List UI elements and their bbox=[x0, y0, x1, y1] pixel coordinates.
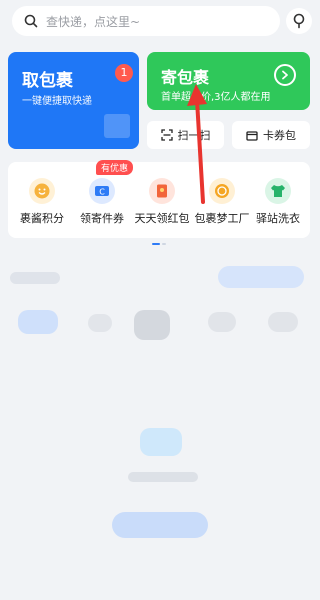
coupon-button[interactable]: 卡券包 bbox=[232, 121, 310, 149]
shortcut-factory[interactable]: 包裹梦工厂 bbox=[192, 178, 252, 226]
blur-block bbox=[112, 512, 208, 538]
shortcut-label: 领寄件券 bbox=[80, 212, 124, 225]
shortcut-label: 包裹梦工厂 bbox=[194, 212, 250, 225]
location-pin-icon bbox=[293, 13, 305, 29]
blur-block bbox=[88, 314, 112, 332]
shortcut-laundry[interactable]: 驿站洗衣 bbox=[248, 178, 308, 226]
send-card[interactable]: 寄包裹 首单超值价,3亿人都在用 bbox=[147, 52, 310, 110]
ticket-icon: C bbox=[89, 178, 115, 204]
shortcut-points[interactable]: 裹酱积分 bbox=[12, 178, 72, 226]
shortcut-coupon[interactable]: C 领寄件券 bbox=[72, 178, 132, 226]
shortcut-label: 天天领红包 bbox=[134, 212, 190, 225]
scan-icon bbox=[160, 129, 173, 141]
pickup-title: 取包裹 bbox=[22, 71, 73, 91]
blur-block bbox=[208, 312, 236, 332]
location-button[interactable] bbox=[286, 8, 312, 34]
smiley-coin-icon bbox=[29, 178, 55, 204]
shortcut-label: 裹酱积分 bbox=[20, 212, 64, 225]
scan-button[interactable]: 扫一扫 bbox=[147, 121, 224, 149]
search-placeholder: 查快递，点这里~ bbox=[46, 14, 141, 29]
promo-badge: 有优惠 bbox=[96, 160, 134, 175]
svg-text:C: C bbox=[99, 188, 105, 197]
pickup-count-badge: 1 bbox=[115, 64, 133, 82]
coupon-label: 卡券包 bbox=[263, 129, 296, 142]
scan-label: 扫一扫 bbox=[177, 129, 211, 142]
coin-icon bbox=[209, 178, 235, 204]
blurred-content bbox=[0, 246, 320, 600]
blur-block bbox=[140, 428, 182, 456]
search-bar[interactable]: 查快递，点这里~ bbox=[12, 6, 280, 36]
send-title: 寄包裹 bbox=[161, 68, 210, 87]
wallet-icon bbox=[246, 130, 258, 141]
chevron-right-icon bbox=[282, 70, 288, 80]
blur-block bbox=[128, 472, 198, 482]
shortcut-label: 驿站洗衣 bbox=[256, 212, 300, 225]
shortcut-red-packet[interactable]: 天天领红包 bbox=[132, 178, 192, 226]
blur-block bbox=[218, 266, 304, 288]
send-subtitle: 首单超值价,3亿人都在用 bbox=[161, 92, 271, 103]
search-icon bbox=[24, 14, 38, 28]
package-illustration bbox=[104, 114, 130, 138]
send-arrow-button[interactable] bbox=[274, 64, 296, 86]
page-indicator bbox=[152, 230, 166, 245]
shirt-icon bbox=[265, 178, 291, 204]
red-packet-icon bbox=[149, 178, 175, 204]
blur-block bbox=[18, 310, 58, 334]
blur-block bbox=[134, 310, 170, 340]
pickup-subtitle: 一键便捷取快递 bbox=[22, 96, 92, 107]
blur-block bbox=[10, 272, 60, 284]
blur-block bbox=[268, 312, 298, 332]
shortcut-panel: 裹酱积分 C 领寄件券 有优惠 天天领红包 包裹梦工厂 驿站洗衣 bbox=[8, 160, 310, 245]
pickup-card[interactable]: 取包裹 一键便捷取快递 1 bbox=[8, 52, 139, 149]
